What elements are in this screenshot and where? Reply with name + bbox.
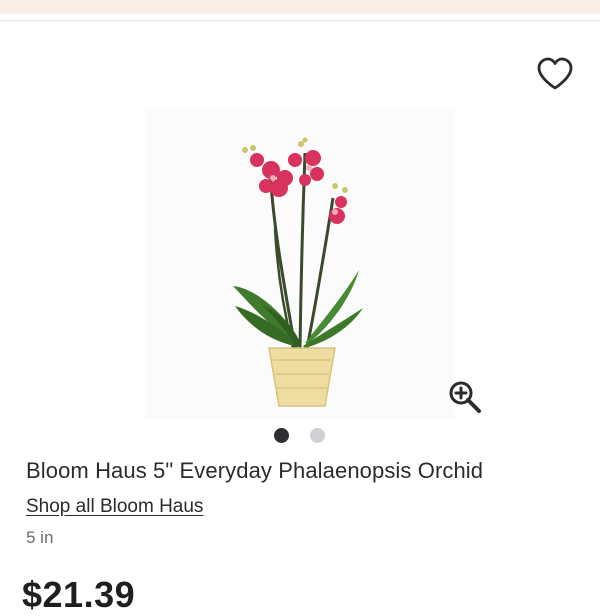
favorite-heart-icon[interactable] <box>536 56 574 92</box>
orchid-plant-photo <box>233 137 363 407</box>
product-title: Bloom Haus 5" Everyday Phalaenopsis Orch… <box>26 458 484 483</box>
product-size: 5 in <box>26 528 54 547</box>
shop-brand-link[interactable]: Shop all Bloom Haus <box>26 496 203 518</box>
product-price: $21.39 <box>22 574 136 615</box>
header-divider <box>0 20 600 21</box>
zoom-in-icon[interactable] <box>446 378 484 416</box>
carousel-dot-2[interactable] <box>310 428 325 443</box>
product-image[interactable] <box>145 108 455 418</box>
top-banner <box>0 0 600 14</box>
carousel-dot-1[interactable] <box>274 428 289 443</box>
image-carousel-dots <box>274 428 328 444</box>
